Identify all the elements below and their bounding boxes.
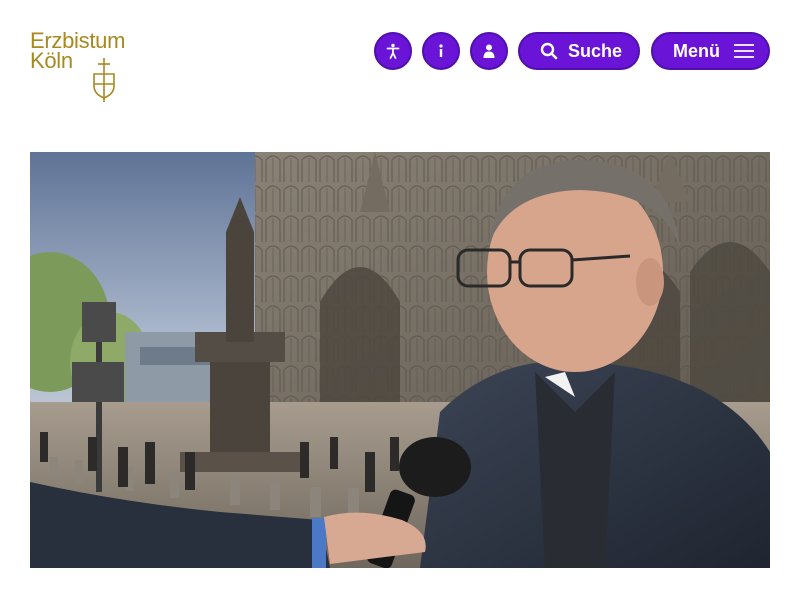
erzbistum-koeln-logo[interactable]: Erzbistum Köln <box>30 30 150 102</box>
logo-text-line2: Köln <box>30 48 73 73</box>
accessibility-icon <box>386 43 400 59</box>
accessibility-button[interactable] <box>374 32 412 70</box>
info-icon <box>439 44 443 57</box>
user-icon <box>483 44 495 58</box>
search-icon <box>540 42 558 60</box>
header-navigation: Suche Menü <box>374 32 770 70</box>
account-button[interactable] <box>470 32 508 70</box>
hero-image <box>30 152 770 568</box>
info-button[interactable] <box>422 32 460 70</box>
menu-button-label: Menü <box>673 40 720 61</box>
hero-photo <box>30 152 770 568</box>
search-button[interactable]: Suche <box>518 32 640 70</box>
hamburger-icon <box>734 44 754 58</box>
cross-shield-icon <box>93 58 115 102</box>
menu-button[interactable]: Menü <box>651 32 770 70</box>
search-button-label: Suche <box>568 40 623 61</box>
